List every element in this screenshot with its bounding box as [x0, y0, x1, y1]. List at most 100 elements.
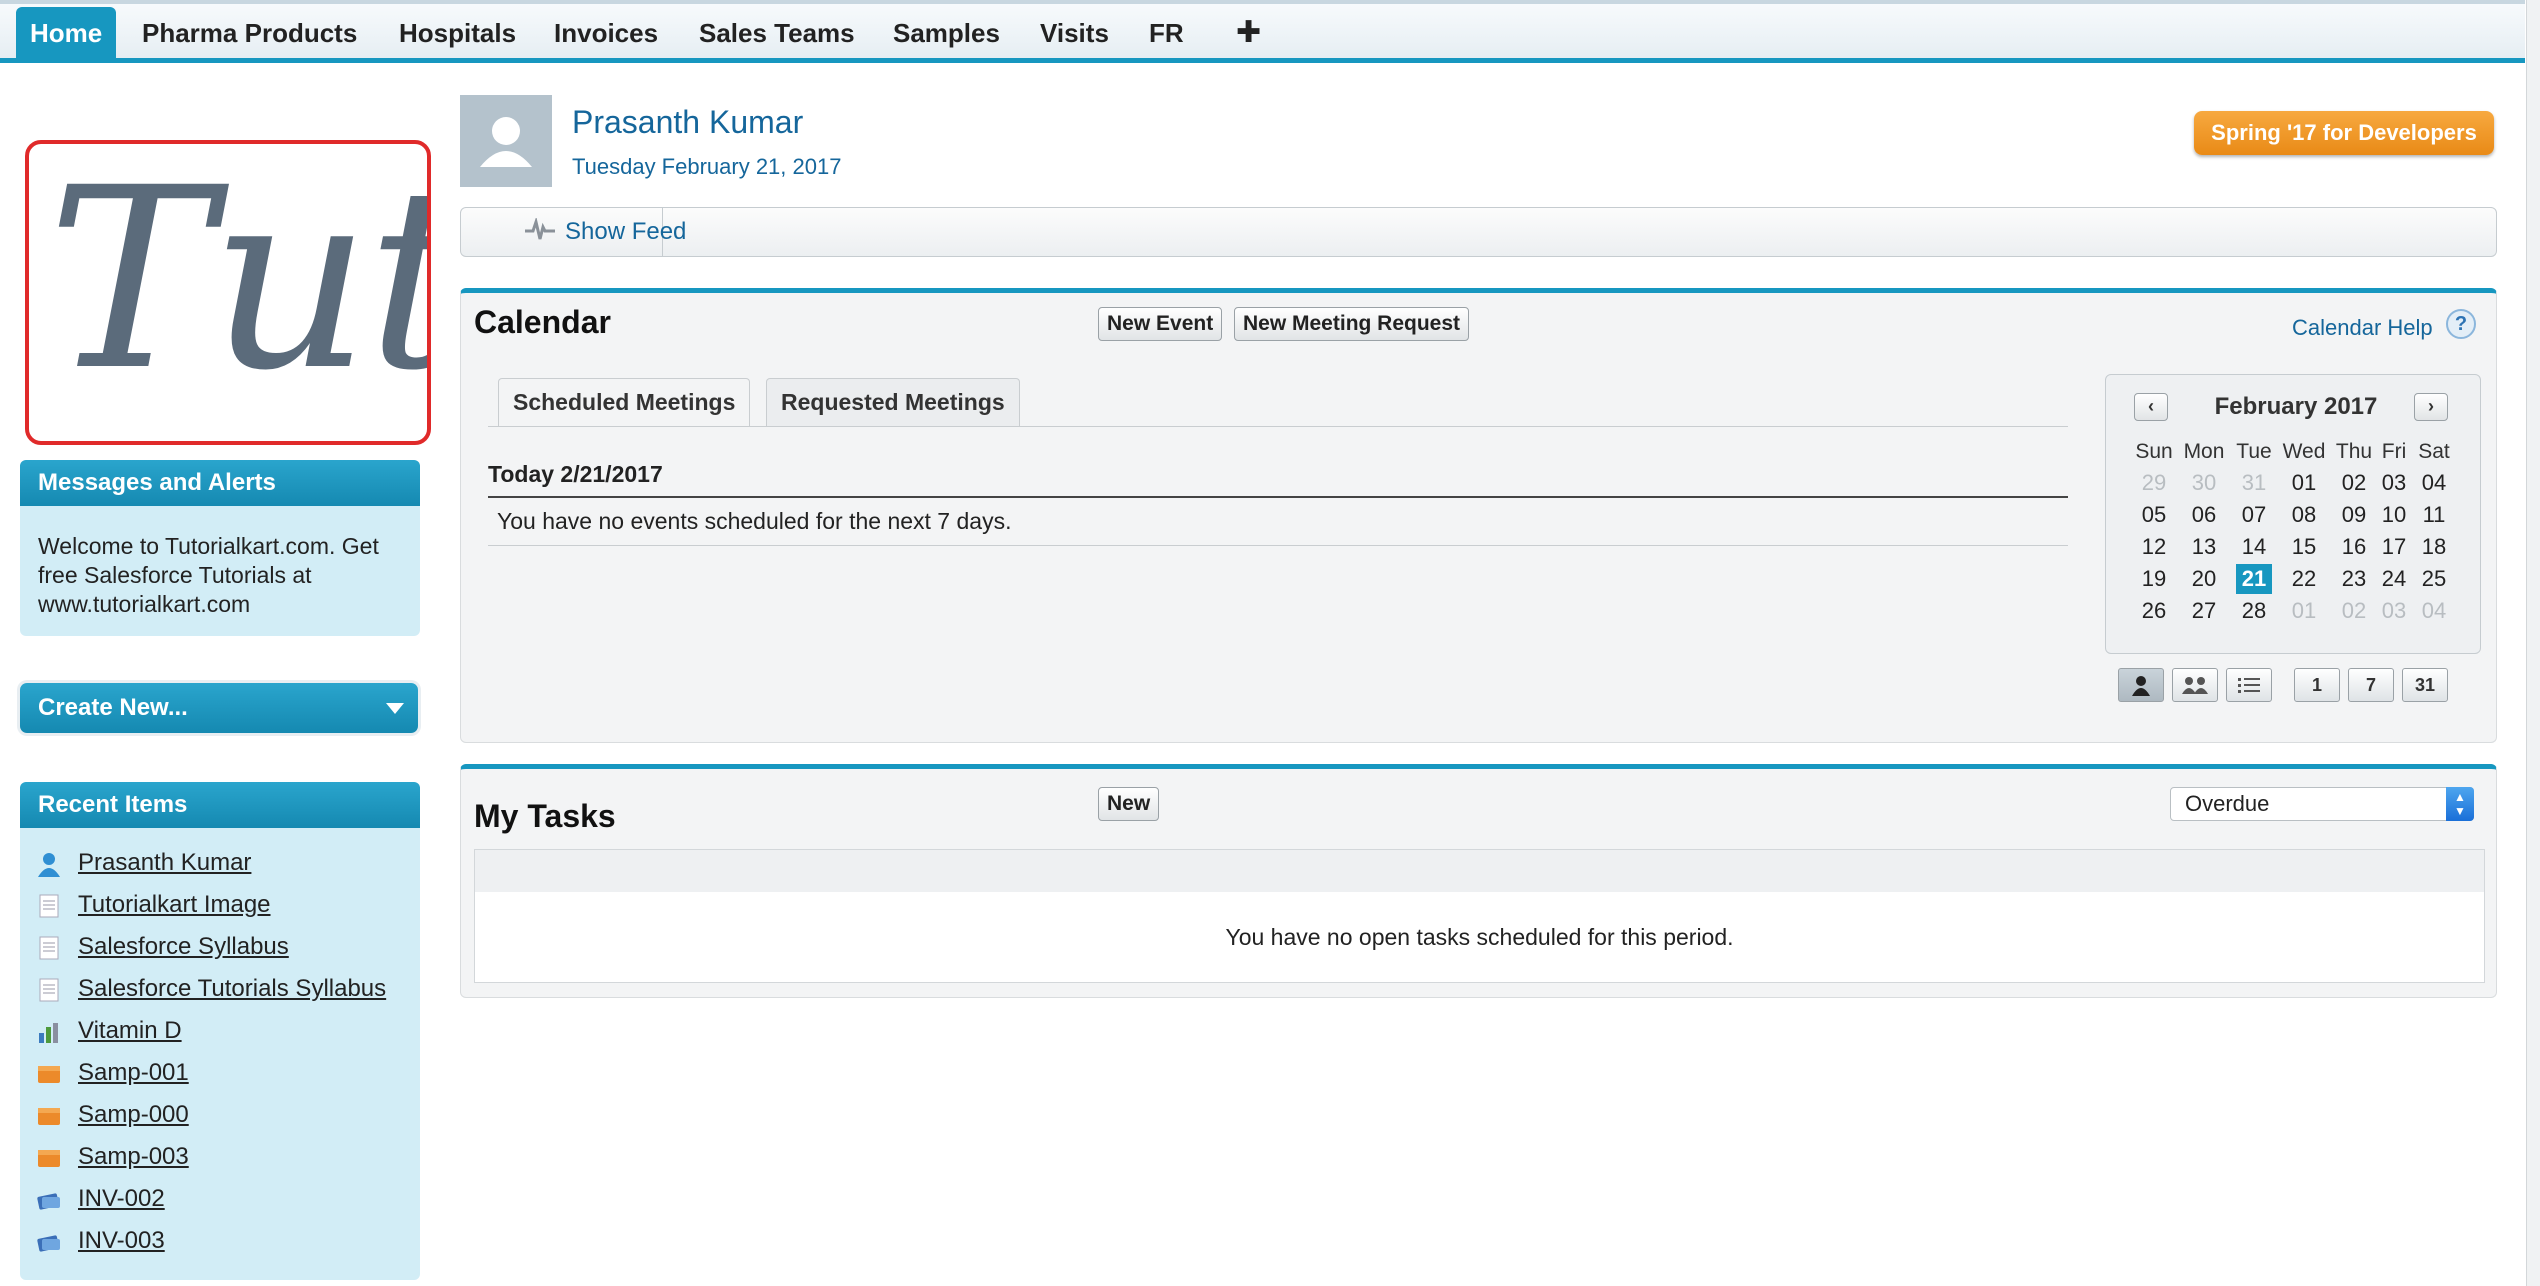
- mini-calendar-month: February 2017: [2214, 393, 2378, 420]
- month-view-button[interactable]: 31: [2402, 668, 2448, 702]
- tab-pharma-products[interactable]: Pharma Products: [128, 7, 371, 59]
- tab-requested-meetings[interactable]: Requested Meetings: [766, 378, 1020, 426]
- single-user-view-button[interactable]: [2118, 668, 2164, 702]
- today-divider: [488, 496, 2068, 498]
- plus-icon[interactable]: ✚: [1222, 7, 1275, 59]
- new-task-button[interactable]: New: [1098, 787, 1160, 821]
- recent-item[interactable]: Samp-003: [36, 1140, 189, 1174]
- multi-user-view-button[interactable]: [2172, 668, 2218, 702]
- recent-item[interactable]: Vitamin D: [36, 1014, 182, 1048]
- tab-samples[interactable]: Samples: [879, 7, 1014, 59]
- calendar-day[interactable]: 15: [2282, 532, 2326, 562]
- current-date: Tuesday February 21, 2017: [572, 154, 842, 179]
- create-new-label: Create New...: [38, 694, 188, 721]
- task-filter-value: Overdue: [2185, 791, 2270, 816]
- logo-text: Tutorialkart: [47, 140, 431, 425]
- window-edge: [2526, 0, 2540, 1286]
- calendar-day[interactable]: 09: [2332, 500, 2376, 530]
- calendar-day[interactable]: 04: [2412, 468, 2456, 498]
- day-view-button[interactable]: 1: [2294, 668, 2340, 702]
- calendar-day[interactable]: 23: [2332, 564, 2376, 594]
- tab-visits[interactable]: Visits: [1026, 7, 1123, 59]
- person-silhouette-icon: [480, 117, 532, 167]
- recent-item[interactable]: Prasanth Kumar: [36, 846, 251, 880]
- calendar-day[interactable]: 22: [2282, 564, 2326, 594]
- tab-scheduled-meetings[interactable]: Scheduled Meetings: [498, 378, 751, 426]
- weekday-label: Thu: [2335, 440, 2373, 463]
- calendar-day[interactable]: 28: [2232, 596, 2276, 626]
- calendar-day[interactable]: 04: [2412, 596, 2456, 626]
- calendar-day-today[interactable]: 21: [2236, 564, 2272, 594]
- calendar-title: Calendar: [474, 304, 611, 340]
- recent-item[interactable]: INV-003: [36, 1224, 165, 1258]
- recent-item[interactable]: Samp-000: [36, 1098, 189, 1132]
- create-new-button[interactable]: Create New...: [20, 683, 418, 733]
- calendar-day[interactable]: 31: [2232, 468, 2276, 498]
- tab-sales-teams[interactable]: Sales Teams: [685, 7, 869, 59]
- recent-items-header: Recent Items: [20, 782, 420, 828]
- prev-month-button[interactable]: ‹: [2134, 393, 2168, 421]
- calendar-day[interactable]: 19: [2132, 564, 2176, 594]
- calendar-day[interactable]: 05: [2132, 500, 2176, 530]
- feed-bar: [460, 207, 2497, 257]
- tab-fr[interactable]: FR: [1135, 7, 1198, 59]
- recent-item-label: Vitamin D: [78, 1017, 182, 1044]
- calendar-day[interactable]: 12: [2132, 532, 2176, 562]
- avatar[interactable]: [460, 95, 552, 187]
- recent-item[interactable]: Salesforce Syllabus: [36, 930, 289, 964]
- invoice-icon: [37, 1193, 60, 1210]
- calendar-help-link[interactable]: Calendar Help: [2292, 315, 2433, 341]
- calendar-day[interactable]: 17: [2372, 532, 2416, 562]
- recent-item-label: Samp-003: [78, 1143, 189, 1170]
- calendar-day[interactable]: 10: [2372, 500, 2416, 530]
- recent-item-label: Salesforce Tutorials Syllabus: [78, 975, 387, 1002]
- tab-divider: [488, 426, 2068, 427]
- calendar-day[interactable]: 07: [2232, 500, 2276, 530]
- list-view-button[interactable]: [2226, 668, 2272, 702]
- calendar-day[interactable]: 20: [2182, 564, 2226, 594]
- calendar-day[interactable]: 01: [2282, 596, 2326, 626]
- user-name-link[interactable]: Prasanth Kumar: [572, 104, 803, 141]
- new-event-button[interactable]: New Event: [1098, 307, 1223, 341]
- tab-invoices[interactable]: Invoices: [540, 7, 672, 59]
- calendar-day[interactable]: 02: [2332, 468, 2376, 498]
- tab-home[interactable]: Home: [16, 7, 117, 63]
- calendar-day[interactable]: 25: [2412, 564, 2456, 594]
- recent-item[interactable]: INV-002: [36, 1182, 165, 1216]
- recent-item[interactable]: Salesforce Tutorials Syllabus: [36, 972, 386, 1006]
- no-tasks-message: You have no open tasks scheduled for thi…: [1225, 924, 1734, 950]
- calendar-day[interactable]: 27: [2182, 596, 2226, 626]
- weekday-label: Sat: [2418, 440, 2450, 463]
- task-filter-select[interactable]: Overdue ▲ ▼: [2170, 787, 2474, 821]
- calendar-day[interactable]: 06: [2182, 500, 2226, 530]
- calendar-day[interactable]: 11: [2412, 500, 2456, 530]
- calendar-day[interactable]: 13: [2182, 532, 2226, 562]
- calendar-day[interactable]: 24: [2372, 564, 2416, 594]
- calendar-day[interactable]: 03: [2372, 468, 2416, 498]
- calendar-day[interactable]: 03: [2372, 596, 2416, 626]
- calendar-day[interactable]: 26: [2132, 596, 2176, 626]
- calendar-day[interactable]: 08: [2282, 500, 2326, 530]
- recent-item-label: INV-003: [78, 1227, 165, 1254]
- calendar-day[interactable]: 30: [2182, 468, 2226, 498]
- calendar-day[interactable]: 02: [2332, 596, 2376, 626]
- weekday-label: Sun: [2135, 440, 2173, 463]
- calendar-day[interactable]: 01: [2282, 468, 2326, 498]
- release-promo-button[interactable]: Spring '17 for Developers: [2194, 111, 2494, 155]
- weekday-label: Tue: [2236, 440, 2272, 463]
- calendar-day[interactable]: 29: [2132, 468, 2176, 498]
- calendar-day[interactable]: 14: [2232, 532, 2276, 562]
- help-icon[interactable]: ?: [2446, 309, 2476, 339]
- weekday-label: Fri: [2381, 440, 2407, 463]
- today-heading: Today 2/21/2017: [488, 461, 663, 487]
- week-view-button[interactable]: 7: [2348, 668, 2394, 702]
- tasks-title: My Tasks: [474, 798, 616, 834]
- new-meeting-request-button[interactable]: New Meeting Request: [1234, 307, 1470, 341]
- tab-hospitals[interactable]: Hospitals: [385, 7, 530, 59]
- recent-item[interactable]: Tutorialkart Image: [36, 888, 271, 922]
- logo-image[interactable]: Tutorialkart: [25, 140, 431, 445]
- recent-item[interactable]: Samp-001: [36, 1056, 189, 1090]
- calendar-day[interactable]: 16: [2332, 532, 2376, 562]
- calendar-day[interactable]: 18: [2412, 532, 2456, 562]
- show-feed-link[interactable]: Show Feed: [525, 216, 686, 247]
